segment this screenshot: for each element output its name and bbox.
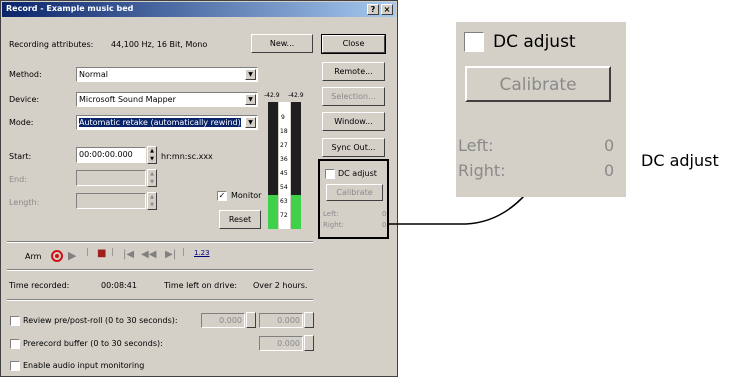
time-recorded-label: Time recorded: <box>9 281 70 290</box>
mode-select[interactable]: Automatic retake (automatically rewind) … <box>76 115 258 130</box>
time-recorded-value: 00:08:41 <box>101 281 137 290</box>
method-label: Method: <box>9 70 42 79</box>
time-format-label: hr:mn:sc.xxx <box>161 152 213 161</box>
zoom-left-value: 0 <box>604 136 615 155</box>
zoom-calibrate-button[interactable]: Calibrate <box>465 66 611 102</box>
meter-right-level <box>291 194 301 229</box>
dc-adjust-highlight <box>318 159 389 239</box>
device-select[interactable]: Microsoft Sound Mapper ▼ <box>76 92 258 107</box>
review-label: Review pre/post-roll (0 to 30 seconds): <box>23 316 178 325</box>
peak-right-value: -42.9 <box>288 92 304 99</box>
tick-label: 18 <box>280 128 288 135</box>
window-title: Record - Example music bed <box>6 4 134 13</box>
close-button[interactable]: Close <box>321 34 386 54</box>
callout-label: DC adjust <box>641 151 719 170</box>
title-bar[interactable]: Record - Example music bed ? × <box>2 2 396 17</box>
meter-right <box>291 102 301 229</box>
method-value: Normal <box>79 70 108 79</box>
enable-monitoring-checkbox[interactable] <box>10 361 20 371</box>
review-post-spinner[interactable] <box>304 312 314 328</box>
mode-value: Automatic retake (automatically rewind) <box>79 118 241 127</box>
attributes-label: Recording attributes: <box>9 40 94 49</box>
chevron-down-icon[interactable]: ▼ <box>245 69 256 80</box>
review-post-input[interactable]: 0.000 <box>259 313 303 328</box>
divider <box>7 241 313 243</box>
attributes-value: 44,100 Hz, 16 Bit, Mono <box>111 40 208 49</box>
tick-label: 63 <box>280 198 288 205</box>
meter-left <box>268 102 278 229</box>
end-label: End: <box>9 175 27 184</box>
end-input[interactable] <box>76 170 146 186</box>
record-dialog: Record - Example music bed ? × Recording… <box>0 0 398 377</box>
tick-label: 36 <box>280 156 288 163</box>
new-button[interactable]: New... <box>251 34 313 53</box>
tick-label: 45 <box>280 170 288 177</box>
time-left-label: Time left on drive: <box>164 281 238 290</box>
zoom-right-label: Right: <box>458 161 506 180</box>
prerecord-spinner[interactable] <box>304 335 314 351</box>
play-icon[interactable]: ▶ <box>68 249 76 262</box>
go-to-start-icon[interactable]: |◀ <box>123 249 134 260</box>
review-checkbox[interactable] <box>10 316 20 326</box>
device-label: Device: <box>9 95 40 104</box>
end-spinner[interactable]: ▲ ▼ <box>147 169 157 187</box>
stop-icon[interactable]: ■ <box>97 248 106 259</box>
close-window-button[interactable]: × <box>381 4 393 15</box>
length-spinner[interactable]: ▲ ▼ <box>147 192 157 210</box>
help-button[interactable]: ? <box>367 4 379 15</box>
zoom-dc-adjust-label: DC adjust <box>493 32 576 52</box>
sync-out-button[interactable]: Sync Out... <box>322 138 385 157</box>
device-value: Microsoft Sound Mapper <box>79 95 176 104</box>
time-left-value: Over 2 hours. <box>253 281 308 290</box>
tick-label: 27 <box>280 142 288 149</box>
reset-button[interactable]: Reset <box>219 210 261 229</box>
prerecord-label: Prerecord buffer (0 to 30 seconds): <box>23 339 163 348</box>
mode-label: Mode: <box>9 118 34 127</box>
zoom-dc-adjust-checkbox[interactable] <box>464 32 484 52</box>
method-select[interactable]: Normal ▼ <box>76 67 258 82</box>
zoom-right-value: 0 <box>604 161 615 180</box>
length-label: Length: <box>9 198 40 207</box>
prerecord-checkbox[interactable] <box>10 339 20 349</box>
go-to-end-icon[interactable]: ▶| <box>165 249 176 260</box>
start-input[interactable]: 00:00:00.000 <box>76 147 146 163</box>
divider <box>7 299 313 301</box>
tick-label: 72 <box>280 212 288 219</box>
enable-monitoring-label: Enable audio input monitoring <box>23 361 145 370</box>
divider <box>7 269 313 271</box>
monitor-label: Monitor <box>231 191 262 200</box>
tick-label: 54 <box>280 184 288 191</box>
rewind-icon[interactable]: ◀◀ <box>141 249 156 260</box>
window-button[interactable]: Window... <box>322 112 385 131</box>
dc-adjust-zoom-panel: DC adjust Calibrate Left: 0 Right: 0 <box>456 22 626 197</box>
divider-icon: | <box>86 247 89 256</box>
review-pre-input[interactable]: 0.000 <box>201 313 245 328</box>
review-pre-spinner[interactable] <box>246 312 256 328</box>
start-label: Start: <box>9 152 32 161</box>
meter-scale: 9 18 27 36 45 54 63 72 <box>279 102 290 229</box>
record-icon[interactable] <box>51 250 63 262</box>
meter-left-level <box>268 194 278 229</box>
prerecord-input[interactable]: 0.000 <box>259 336 303 351</box>
remote-button[interactable]: Remote... <box>322 62 385 81</box>
start-spinner[interactable]: ▲ ▼ <box>147 146 157 164</box>
chevron-down-icon[interactable]: ▼ <box>245 94 256 105</box>
monitor-checkbox[interactable]: ✓ <box>217 191 227 201</box>
divider-icon: | <box>111 247 114 256</box>
length-input[interactable] <box>76 193 146 209</box>
divider-icon: | <box>182 247 185 256</box>
zoom-left-label: Left: <box>458 136 494 155</box>
tick-label: 9 <box>281 114 285 121</box>
arm-label: Arm <box>25 252 42 261</box>
counter-icon[interactable]: 1.23 <box>194 249 210 257</box>
peak-left-value: -42.9 <box>264 92 280 99</box>
chevron-down-icon[interactable]: ▼ <box>245 117 256 128</box>
selection-button[interactable]: Selection... <box>322 87 385 106</box>
